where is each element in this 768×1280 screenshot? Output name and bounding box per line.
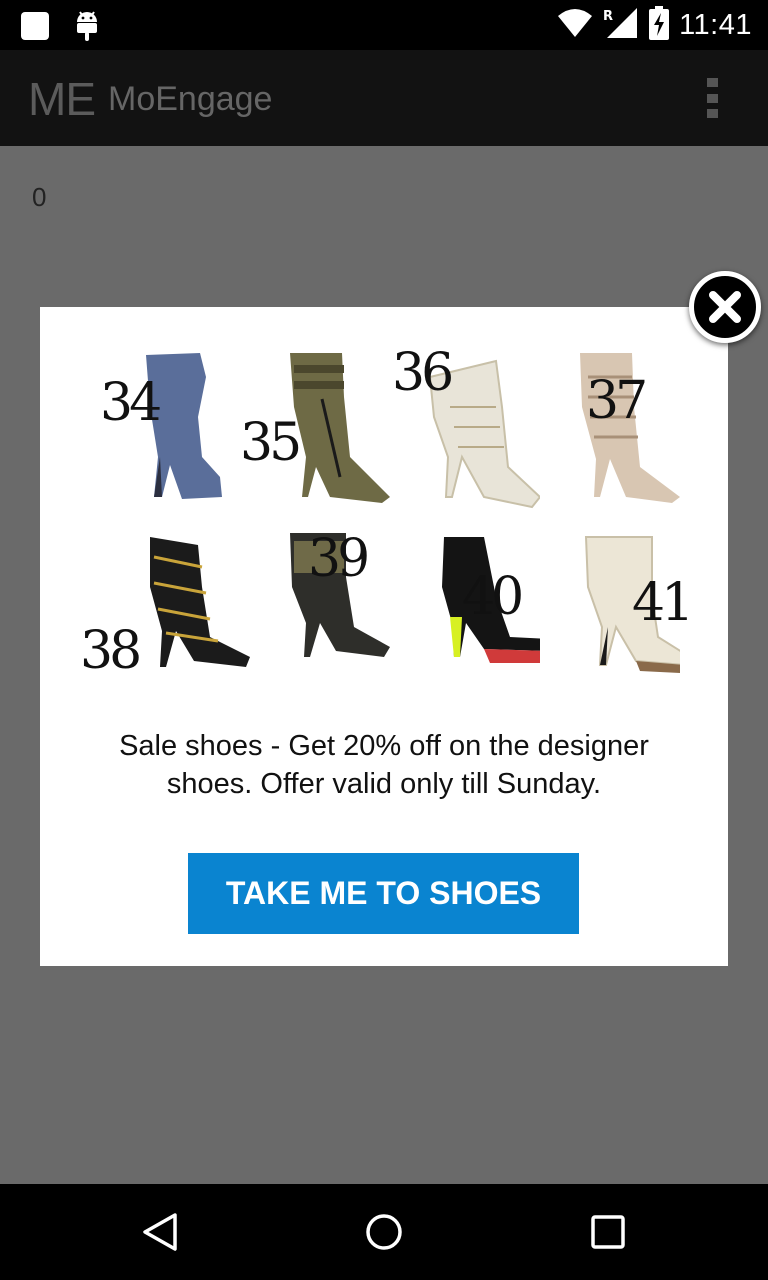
size-label: 34	[100, 373, 162, 433]
take-me-to-shoes-button[interactable]: TAKE ME TO SHOES	[188, 853, 579, 934]
svg-text:R: R	[603, 9, 613, 24]
overflow-menu-icon[interactable]	[700, 78, 724, 118]
size-label: 41	[632, 573, 694, 633]
shoe-36: 36	[392, 347, 542, 517]
shoe-40: 40	[400, 527, 550, 697]
clock: 11:41	[679, 9, 752, 41]
square-notification-icon	[20, 11, 50, 46]
android-icon	[74, 10, 100, 47]
back-icon[interactable]	[140, 1212, 180, 1252]
shoe-35: 35	[240, 347, 390, 517]
close-icon[interactable]	[689, 271, 761, 343]
wifi-icon	[557, 8, 593, 43]
shoes-image: 34 35 36 37 38 39 40 41	[80, 337, 694, 697]
promo-message: Sale shoes - Get 20% off on the designer…	[119, 730, 649, 800]
size-label: 38	[80, 621, 142, 681]
navigation-bar	[0, 1184, 768, 1280]
app-bar: ME MoEngage	[0, 50, 768, 146]
shoe-34: 34	[100, 347, 250, 517]
size-label: 39	[308, 529, 370, 589]
app-logo: ME	[28, 73, 96, 125]
shoe-39: 39	[250, 527, 390, 697]
size-label: 40	[462, 567, 524, 627]
size-label: 35	[240, 413, 302, 473]
size-label: 37	[586, 371, 648, 431]
inapp-dialog: 34 35 36 37 38 39 40 41 Sale shoes - Get…	[40, 307, 728, 966]
size-label: 36	[392, 343, 454, 403]
app-title: MoEngage	[108, 80, 273, 118]
counter-text: 0	[32, 182, 47, 212]
status-bar: R 11:41	[0, 0, 768, 50]
shoe-38: 38	[80, 527, 250, 697]
recents-icon[interactable]	[588, 1212, 628, 1252]
home-icon[interactable]	[364, 1212, 404, 1252]
signal-roaming-icon: R	[603, 7, 639, 44]
shoe-37: 37	[540, 347, 680, 517]
shoe-41: 41	[540, 527, 694, 697]
battery-charging-icon	[649, 6, 670, 45]
